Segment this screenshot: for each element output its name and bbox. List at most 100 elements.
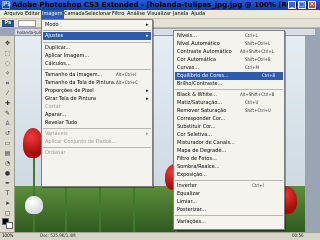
tulip-flower	[23, 128, 43, 158]
menu-item-ajustes[interactable]: Ajustes	[43, 32, 151, 40]
magic-wand-tool-icon[interactable]: ✧	[2, 70, 13, 78]
shortcut-label: Ctrl+M	[245, 65, 259, 70]
crop-tool-icon[interactable]: ⌗	[2, 80, 13, 88]
background-color-swatch[interactable]	[6, 222, 13, 229]
shortcut-label: Alt+Ctrl+I	[116, 72, 137, 77]
clock: 00:56	[292, 233, 304, 238]
menu-item-remover-saturacao[interactable]: Remover Saturação	[175, 107, 239, 115]
menu-visualizar[interactable]: Visualizar	[146, 10, 172, 19]
menu-editar[interactable]: Editar	[24, 10, 41, 19]
submenu-arrow-icon: ▸	[146, 33, 149, 39]
ps-logo-icon: Ps	[2, 20, 14, 27]
menu-selecionar[interactable]: Selecionar	[84, 10, 112, 19]
shortcut-label: Ctrl+B	[262, 73, 276, 78]
menu-item-corresponder-cor[interactable]: Corresponder Cor...	[175, 115, 283, 123]
menu-arquivo[interactable]: Arquivo	[3, 10, 24, 19]
menu-ajuda[interactable]: Ajuda	[190, 10, 206, 19]
move-tool-icon[interactable]: ✥	[2, 40, 13, 48]
menu-item-aplicar-conjunto[interactable]: Aplicar Conjunto de Dados...	[43, 138, 151, 146]
marquee-tool-icon[interactable]: ⬚	[2, 50, 13, 58]
menu-item-variaveis[interactable]: Variáveis	[43, 130, 143, 138]
shortcut-label: Shift+Ctrl+L	[245, 41, 271, 46]
menu-separator	[43, 147, 151, 148]
menu-item-nivel-automatico[interactable]: Nível Automático	[175, 40, 239, 48]
dodge-tool-icon[interactable]: ●	[2, 170, 13, 178]
tulip-stem	[33, 156, 35, 232]
zoom-level[interactable]: 100%	[2, 232, 13, 240]
eyedropper-tool-icon[interactable]: ⁄	[2, 90, 13, 98]
menu-item-substituir-cor[interactable]: Substituir Cor...	[175, 123, 283, 131]
menu-item-modo[interactable]: Modo	[43, 21, 151, 29]
menu-camada[interactable]: Camada	[63, 10, 86, 19]
brush-tool-icon[interactable]: ✎	[2, 110, 13, 118]
lasso-tool-icon[interactable]: ◌	[2, 60, 13, 68]
menu-item-matiz-saturacao[interactable]: Matiz/Saturação...	[175, 99, 239, 107]
submenu-arrow-icon: ▸	[146, 88, 149, 94]
shortcut-label: Shift+Ctrl+U	[245, 108, 271, 113]
menu-item-variacoes[interactable]: Variações...	[175, 218, 283, 226]
tool-preset-picker[interactable]	[18, 20, 36, 27]
menu-item-aplicar-imagem[interactable]: Aplicar Imagem...	[43, 52, 151, 60]
shortcut-label: Alt+Shift+Ctrl+B	[240, 92, 275, 97]
submenu-arrow-icon: ▸	[146, 96, 149, 102]
menu-item-ordenar[interactable]: Ordenar	[43, 149, 151, 157]
menu-item-black-white[interactable]: Black & White...	[175, 91, 239, 99]
menu-item-filtro-fotos[interactable]: Filtro de Fotos...	[175, 155, 283, 163]
menu-item-niveis[interactable]: Níveis...	[175, 32, 239, 40]
shortcut-label: Alt+Ctrl+C	[116, 80, 139, 85]
menu-item-mapa-degrade[interactable]: Mapa de Degradê...	[175, 147, 283, 155]
menu-item-curvas[interactable]: Curvas...	[175, 64, 239, 72]
path-selection-tool-icon[interactable]: ➤	[2, 200, 13, 208]
menu-item-revelar-tudo[interactable]: Revelar Tudo	[43, 119, 143, 127]
menu-item-cor-automatica[interactable]: Cor Automática	[175, 56, 239, 64]
clone-stamp-tool-icon[interactable]: ♙	[2, 120, 13, 128]
menu-item-cor-seletiva[interactable]: Cor Seletiva...	[175, 131, 283, 139]
document-size-info: Doc: 525,9K/1,4M	[40, 233, 76, 238]
window-title: Adobe Photoshop CS3 Extended - [holanda-…	[12, 1, 312, 9]
photoshop-app-icon: Ps	[2, 1, 11, 9]
gradient-tool-icon[interactable]: ▤	[2, 150, 13, 158]
blur-tool-icon[interactable]: ◔	[2, 160, 13, 168]
menu-item-contraste-automatico[interactable]: Contraste Automático	[175, 48, 239, 56]
white-tulip-flower	[25, 196, 43, 214]
menu-item-inverter[interactable]: Inverter	[175, 182, 239, 190]
menu-imagem[interactable]: Imagem	[41, 10, 64, 19]
menu-item-proporcoes-pixel[interactable]: Proporções de Pixel	[43, 87, 143, 95]
menu-separator	[43, 30, 151, 31]
menu-item-limiar[interactable]: Limiar...	[175, 198, 283, 206]
type-tool-icon[interactable]: T	[2, 190, 13, 198]
shortcut-label: Ctrl+L	[245, 33, 258, 38]
submenu-arrow-icon: ▸	[146, 131, 149, 137]
menu-item-girar-tela[interactable]: Girar Tela de Pintura	[43, 95, 143, 103]
close-button[interactable]: ×	[308, 1, 316, 9]
menu-separator	[43, 69, 151, 70]
maximize-button[interactable]: □	[298, 1, 306, 9]
menu-item-calculos[interactable]: Cálculos...	[43, 60, 151, 68]
menu-item-misturador-canais[interactable]: Misturador de Canais...	[175, 139, 283, 147]
healing-brush-tool-icon[interactable]: ✚	[2, 100, 13, 108]
eraser-tool-icon[interactable]: ▭	[2, 140, 13, 148]
menu-item-duplicar[interactable]: Duplicar...	[43, 44, 151, 52]
menu-item-aparar[interactable]: Aparar...	[43, 111, 143, 119]
menu-item-exposicao[interactable]: Exposição...	[175, 171, 283, 179]
menu-analise[interactable]: Análise	[126, 10, 146, 19]
menu-item-cortar[interactable]: Cortar	[43, 103, 143, 111]
menu-item-sombra-realce[interactable]: Sombra/Realce...	[175, 163, 283, 171]
menu-separator	[43, 42, 151, 43]
minimize-button[interactable]: _	[288, 1, 296, 9]
menu-item-tamanho-imagem[interactable]: Tamanho da Imagem...	[43, 71, 113, 79]
menu-item-tamanho-tela[interactable]: Tamanho da Tela de Pintura...	[43, 79, 119, 87]
menu-item-posterizar[interactable]: Posterizar...	[175, 206, 283, 214]
history-brush-tool-icon[interactable]: ↺	[2, 130, 13, 138]
shortcut-label: Shift+Ctrl+B	[245, 57, 271, 62]
menu-janela[interactable]: Janela	[172, 10, 189, 19]
menu-separator	[175, 180, 283, 181]
menu-item-brilho-contraste[interactable]: Brilho/Contraste...	[175, 80, 283, 88]
shape-tool-icon[interactable]: ▢	[2, 210, 13, 218]
pen-tool-icon[interactable]: ✒	[2, 180, 13, 188]
shortcut-label: Alt+Shift+Ctrl+L	[240, 49, 274, 54]
menu-filtro[interactable]: Filtro	[111, 10, 125, 19]
menu-separator	[175, 215, 283, 216]
menu-item-equalizar[interactable]: Equalizar	[175, 190, 283, 198]
shortcut-label: Ctrl+I	[252, 183, 264, 188]
